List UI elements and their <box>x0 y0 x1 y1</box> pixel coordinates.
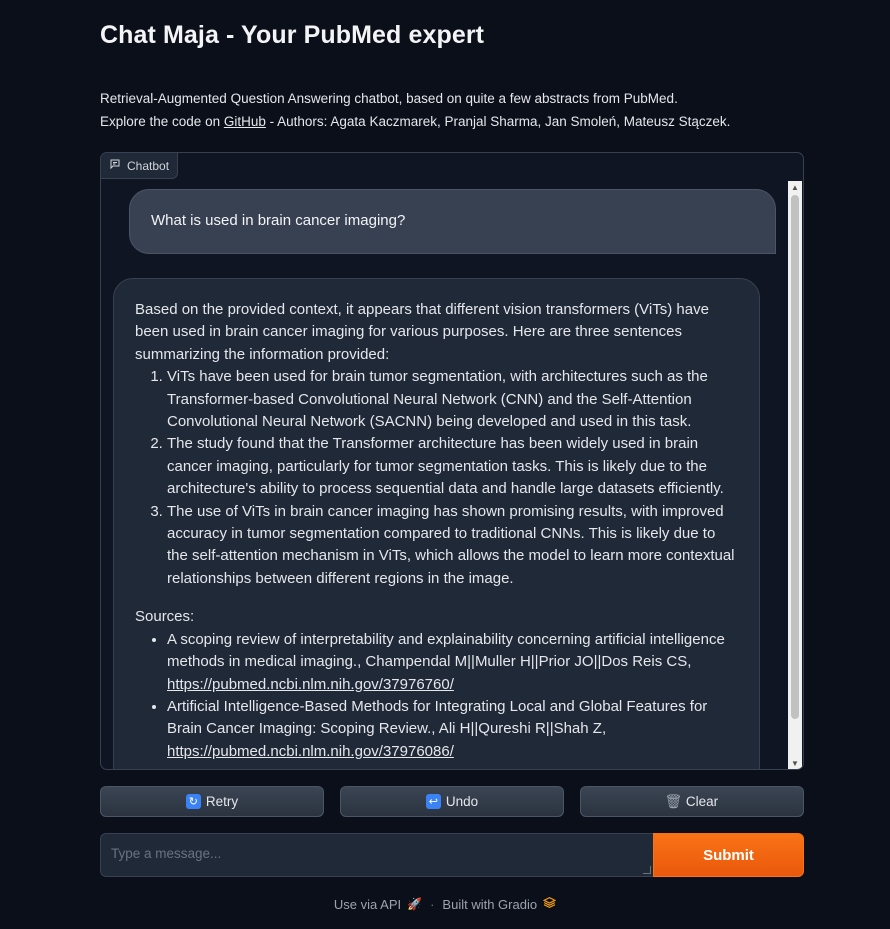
submit-button[interactable]: Submit <box>653 833 804 877</box>
footer-separator: · <box>430 896 435 912</box>
source-text: A scoping review of interpretability and… <box>167 630 725 671</box>
bot-points-list: ViTs have been used for brain tumor segm… <box>167 366 738 590</box>
api-link-label: Use via API <box>333 896 402 912</box>
description-line-2: Explore the code on GitHub - Authors: Ag… <box>100 110 730 133</box>
resize-handle-icon[interactable] <box>643 866 651 874</box>
bot-message[interactable]: Based on the provided context, it appear… <box>113 278 760 769</box>
retry-icon: ↻ <box>185 794 201 809</box>
retry-label: Retry <box>205 794 239 809</box>
message-input-row: Type a message... Submit <box>100 833 804 877</box>
rocket-icon: 🚀 <box>407 897 423 911</box>
chat-bubble-icon <box>109 158 121 173</box>
list-item: ViTs have been used for brain tumor segm… <box>167 366 738 433</box>
undo-icon: ↩ <box>425 794 441 809</box>
trash-icon: 🗑 <box>664 793 683 809</box>
undo-label: Undo <box>445 794 479 809</box>
user-message[interactable]: What is used in brain cancer imaging? <box>129 189 776 254</box>
sources-list: A scoping review of interpretability and… <box>167 629 738 763</box>
description: Retrieval-Augmented Question Answering c… <box>100 87 730 133</box>
action-buttons: ↻ Retry ↩ Undo 🗑 Clear <box>100 786 804 817</box>
chatbot-label: Chatbot <box>101 153 179 179</box>
retry-button[interactable]: ↻ Retry <box>100 786 324 817</box>
source-item: A scoping review of interpretability and… <box>167 629 738 696</box>
chatbot-label-text: Chatbot <box>127 158 170 173</box>
footer: Use via API 🚀 · Built with Gradio <box>0 895 890 913</box>
message-input[interactable]: Type a message... <box>100 833 653 877</box>
chatbot-panel: Chatbot What is used in brain cancer ima… <box>100 152 804 770</box>
source-link[interactable]: https://pubmed.ncbi.nlm.nih.gov/37976086… <box>167 743 454 760</box>
source-link[interactable]: https://pubmed.ncbi.nlm.nih.gov/37976760… <box>167 676 454 693</box>
list-item: The use of ViTs in brain cancer imaging … <box>167 501 738 591</box>
gradio-link-label: Built with Gradio <box>442 896 538 912</box>
clear-button[interactable]: 🗑 Clear <box>580 786 804 817</box>
message-list[interactable]: What is used in brain cancer imaging? Ba… <box>101 179 789 769</box>
chat-scrollbar[interactable]: ▲ ▼ <box>788 181 802 769</box>
bot-intro: Based on the provided context, it appear… <box>135 301 709 363</box>
undo-button[interactable]: ↩ Undo <box>340 786 564 817</box>
clear-label: Clear <box>685 794 719 809</box>
message-placeholder: Type a message... <box>111 846 222 861</box>
list-item: The study found that the Transformer arc… <box>167 433 738 500</box>
source-item: Artificial Intelligence-Based Methods fo… <box>167 696 738 763</box>
page-title: Chat Maja - Your PubMed expert <box>100 21 485 49</box>
source-text: Artificial Intelligence-Based Methods fo… <box>167 697 708 738</box>
description-prefix: Explore the code on <box>100 114 224 129</box>
scroll-up-icon[interactable]: ▲ <box>788 181 802 193</box>
gradio-logo-icon <box>542 896 557 912</box>
scroll-down-icon[interactable]: ▼ <box>788 757 802 769</box>
scrollbar-thumb[interactable] <box>791 195 799 719</box>
github-link[interactable]: GitHub <box>224 114 266 129</box>
description-authors: - Authors: Agata Kaczmarek, Pranjal Shar… <box>265 114 731 129</box>
sources-title: Sources: <box>135 608 195 626</box>
description-line-1: Retrieval-Augmented Question Answering c… <box>100 91 678 106</box>
use-via-api-link[interactable]: Use via API 🚀 <box>334 897 422 912</box>
built-with-gradio-link[interactable]: Built with Gradio <box>442 896 557 912</box>
